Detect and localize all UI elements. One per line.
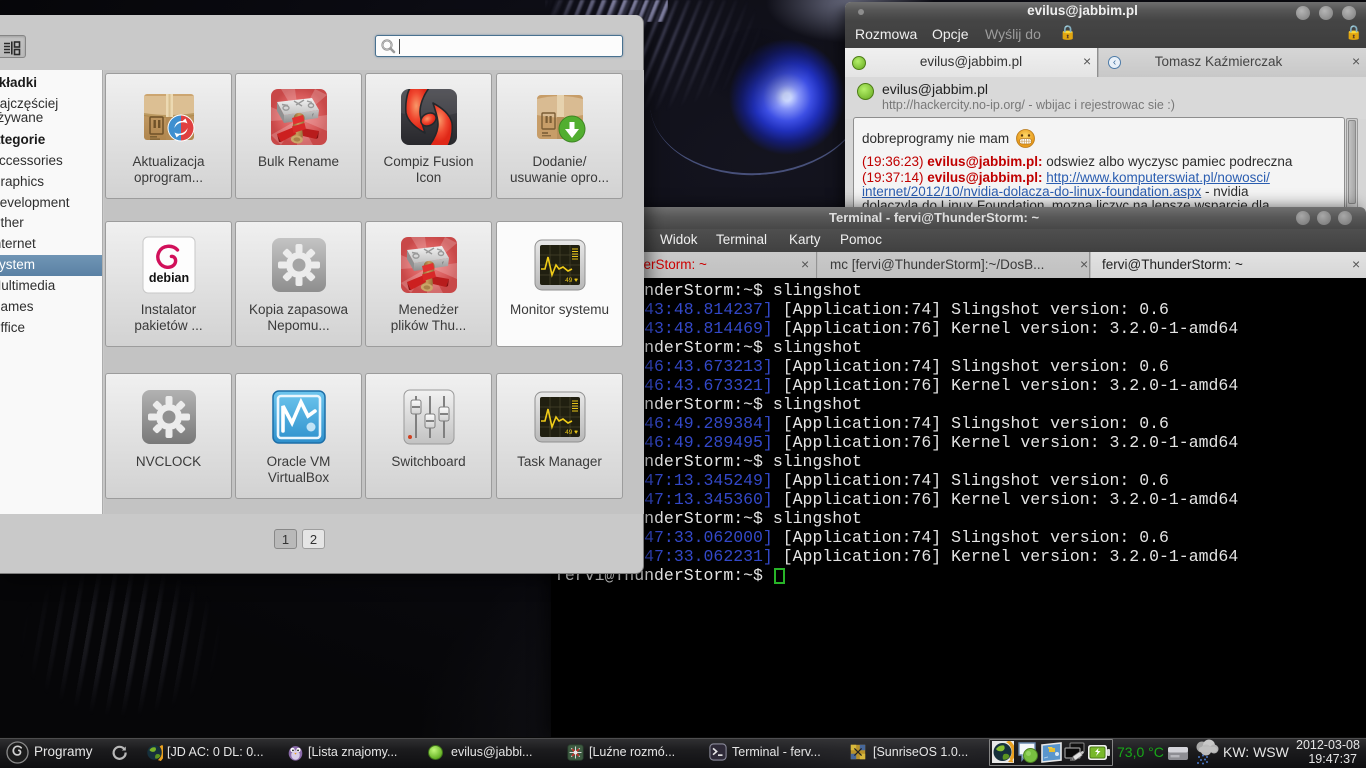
svg-text:debian: debian (149, 271, 189, 285)
svg-text:49 ♥: 49 ♥ (565, 429, 578, 436)
svg-text:49 ♥: 49 ♥ (565, 277, 578, 284)
